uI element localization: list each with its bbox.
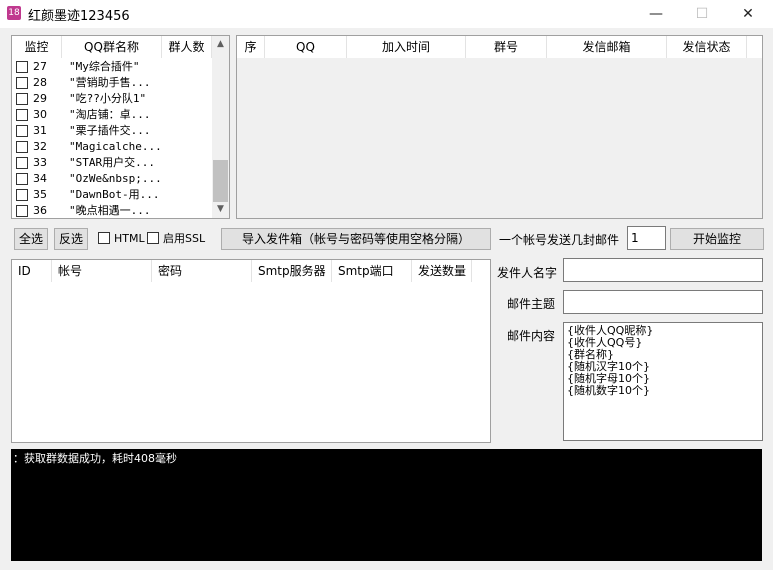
sender-name-input[interactable] xyxy=(563,258,763,282)
group-row-name: "STAR用户交... xyxy=(69,156,155,169)
header-send-status[interactable]: 发信状态 xyxy=(667,36,747,58)
group-row-number: 27 xyxy=(33,60,47,73)
group-row-name: "晚点相遇一... xyxy=(69,204,151,217)
group-row-number: 31 xyxy=(33,124,47,137)
header-index[interactable]: 序 xyxy=(237,36,265,58)
group-row-name: "营销助手售... xyxy=(69,76,151,89)
group-row-name: "My综合插件" xyxy=(69,60,140,73)
header-member-count[interactable]: 群人数 xyxy=(162,36,212,58)
header-monitor[interactable]: 监控 xyxy=(12,36,62,58)
group-list-scrollbar[interactable]: ▲ ▼ xyxy=(212,36,229,218)
group-list-panel[interactable]: 监控 QQ群名称 群人数 27 "My综合插件" 28 "营销助手售... 29 "吃??… xyxy=(11,35,230,219)
header-sender-email[interactable]: 发信邮箱 xyxy=(547,36,667,58)
monitor-checkbox[interactable] xyxy=(16,157,28,169)
group-row-number: 29 xyxy=(33,92,47,105)
monitor-checkbox[interactable] xyxy=(16,77,28,89)
group-row-name: "吃??小分队1" xyxy=(69,92,147,105)
group-row[interactable]: 32 "Magicalche... xyxy=(12,139,212,155)
ssl-checkbox-box[interactable] xyxy=(147,232,159,244)
invert-selection-button[interactable]: 反选 xyxy=(54,228,88,250)
account-table-panel[interactable]: ID 帐号 密码 Smtp服务器 Smtp端口 发送数量 xyxy=(11,259,491,443)
monitor-checkbox[interactable] xyxy=(16,125,28,137)
ssl-checkbox[interactable]: 启用SSL xyxy=(147,232,205,246)
group-row[interactable]: 30 "淘店铺：卓... xyxy=(12,107,212,123)
select-all-button[interactable]: 全选 xyxy=(14,228,48,250)
html-checkbox-box[interactable] xyxy=(98,232,110,244)
group-row[interactable]: 29 "吃??小分队1" xyxy=(12,91,212,107)
scroll-thumb[interactable] xyxy=(213,160,228,202)
group-row-name: "Magicalche... xyxy=(69,140,162,153)
group-row-number: 36 xyxy=(33,204,47,217)
group-row[interactable]: 36 "晚点相遇一... xyxy=(12,203,212,219)
scroll-down-icon[interactable]: ▼ xyxy=(212,201,229,218)
group-row[interactable]: 35 "DawnBot-用... xyxy=(12,187,212,203)
monitor-checkbox[interactable] xyxy=(16,109,28,121)
group-row-number: 33 xyxy=(33,156,47,169)
header-group-name[interactable]: QQ群名称 xyxy=(62,36,162,58)
member-table-body[interactable] xyxy=(237,58,762,218)
start-monitor-button[interactable]: 开始监控 xyxy=(670,228,764,250)
html-checkbox[interactable]: HTML xyxy=(98,232,145,246)
monitor-checkbox[interactable] xyxy=(16,173,28,185)
window-title: 红颜墨迹123456 xyxy=(28,9,130,24)
monitor-checkbox[interactable] xyxy=(16,61,28,73)
group-row[interactable]: 33 "STAR用户交... xyxy=(12,155,212,171)
header-group-number[interactable]: 群号 xyxy=(466,36,547,58)
group-row[interactable]: 34 "OzWe&nbsp;... xyxy=(12,171,212,187)
monitor-checkbox[interactable] xyxy=(16,141,28,153)
group-row-name: "淘店铺：卓... xyxy=(69,108,151,121)
log-line: ：获取群数据成功，耗时408毫秒 xyxy=(13,452,177,465)
header-id[interactable]: ID xyxy=(12,260,52,282)
content-textarea[interactable]: {收件人QQ昵称} {收件人QQ号} {群名称} {随机汉字10个} {随机字母… xyxy=(563,322,763,441)
subject-label: 邮件主题 xyxy=(507,297,556,311)
import-senders-button[interactable]: 导入发件箱（帐号与密码等使用空格分隔） xyxy=(221,228,491,250)
header-send-count[interactable]: 发送数量 xyxy=(412,260,472,282)
group-row-number: 28 xyxy=(33,76,47,89)
group-row-number: 35 xyxy=(33,188,47,201)
maximize-button[interactable]: ☐ xyxy=(679,0,725,28)
group-row-number: 32 xyxy=(33,140,47,153)
member-table-panel[interactable]: 序 QQ 加入时间 群号 发信邮箱 发信状态 xyxy=(236,35,763,219)
per-account-input[interactable]: 1 xyxy=(627,226,666,250)
group-row[interactable]: 28 "营销助手售... xyxy=(12,75,212,91)
group-row-name: "栗子插件交... xyxy=(69,124,151,137)
app-logo-icon: 18 xyxy=(7,6,21,20)
header-qq[interactable]: QQ xyxy=(265,36,347,58)
content-label: 邮件内容 xyxy=(507,329,556,343)
sender-name-label: 发件人名字 xyxy=(497,266,558,280)
html-checkbox-label: HTML xyxy=(114,232,145,245)
minimize-button[interactable]: — xyxy=(633,0,679,28)
monitor-checkbox[interactable] xyxy=(16,189,28,201)
log-console: ：获取群数据成功，耗时408毫秒 xyxy=(11,449,762,561)
header-password[interactable]: 密码 xyxy=(152,260,252,282)
group-row-number: 34 xyxy=(33,172,47,185)
ssl-checkbox-label: 启用SSL xyxy=(163,232,206,245)
header-join-time[interactable]: 加入时间 xyxy=(347,36,466,58)
monitor-checkbox[interactable] xyxy=(16,205,28,217)
scroll-up-icon[interactable]: ▲ xyxy=(212,36,229,53)
header-account[interactable]: 帐号 xyxy=(52,260,152,282)
group-row-name: "DawnBot-用... xyxy=(69,188,160,201)
group-row[interactable]: 27 "My综合插件" xyxy=(12,59,212,75)
group-row[interactable]: 31 "栗子插件交... xyxy=(12,123,212,139)
per-account-label: 一个帐号发送几封邮件 xyxy=(499,233,620,247)
group-row-number: 30 xyxy=(33,108,47,121)
close-button[interactable]: ✕ xyxy=(725,0,771,28)
header-smtp-port[interactable]: Smtp端口 xyxy=(332,260,412,282)
subject-input[interactable] xyxy=(563,290,763,314)
monitor-checkbox[interactable] xyxy=(16,93,28,105)
group-row-name: "OzWe&nbsp;... xyxy=(69,172,162,185)
header-smtp-server[interactable]: Smtp服务器 xyxy=(252,260,332,282)
